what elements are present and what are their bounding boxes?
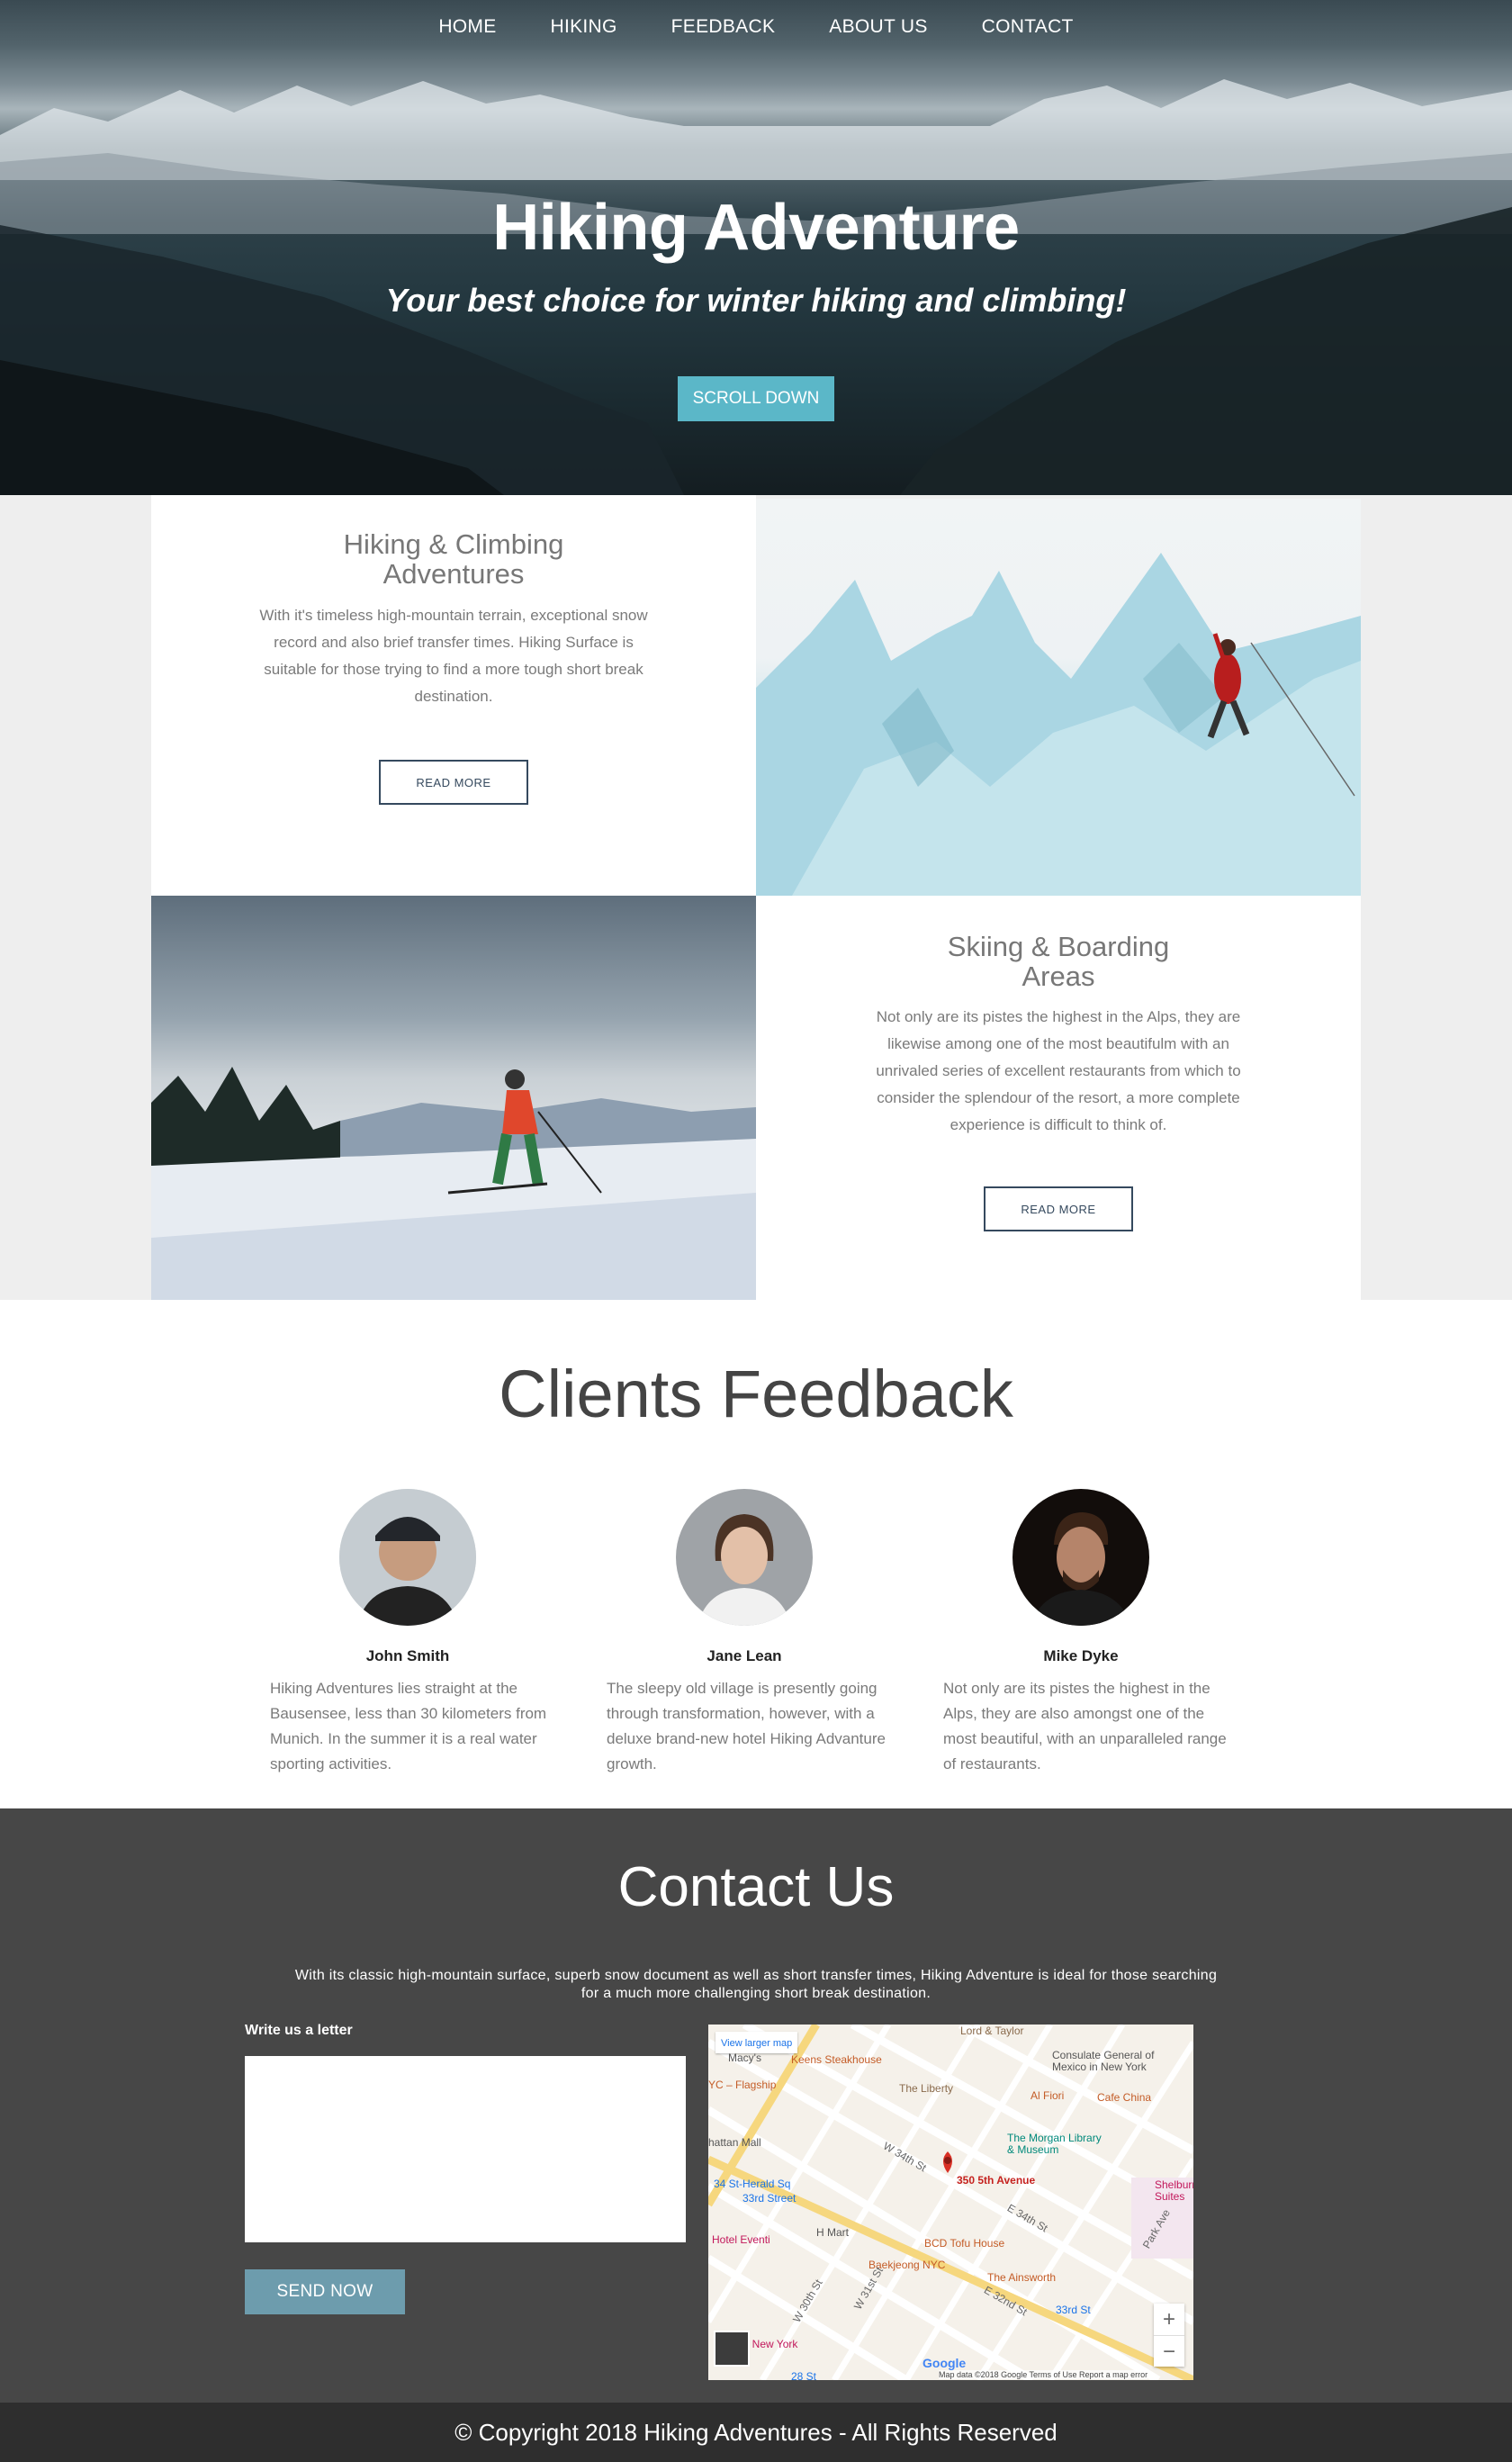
hero-section: HOME HIKING FEEDBACK ABOUT US CONTACT Hi… <box>0 0 1512 495</box>
map-place-label: The Morgan Library & Museum <box>1007 2132 1102 2156</box>
feature-title-line1: Skiing & Boarding <box>947 931 1170 962</box>
map-place-label: 28 St <box>791 2370 817 2380</box>
client-testimonial: Hiking Adventures lies straight at the B… <box>270 1680 547 1772</box>
letter-textarea[interactable] <box>245 2056 686 2242</box>
map-place-label: Macy's <box>728 2052 761 2064</box>
feature-card-hiking: Hiking & Climbing Adventures With it's t… <box>151 495 756 896</box>
hero-subtitle: Your best choice for winter hiking and c… <box>385 282 1127 319</box>
google-logo: Google <box>922 2356 967 2370</box>
map-pin-label: 350 5th Avenue <box>957 2174 1036 2187</box>
client-name: John Smith <box>365 1647 450 1664</box>
view-larger-map-link[interactable]: View larger map <box>716 2032 798 2053</box>
client-testimonial: Not only are its pistes the highest in t… <box>943 1680 1227 1772</box>
map-place-label: Consulate General of Mexico in New York <box>1052 2049 1155 2073</box>
read-more-button-skiing[interactable]: READ MORE <box>984 1186 1133 1231</box>
zoom-in-button[interactable]: + <box>1154 2304 1184 2335</box>
contact-heading: Contact Us <box>617 1856 895 1918</box>
read-more-button-hiking[interactable]: READ MORE <box>379 760 528 805</box>
ice-climbing-photo <box>756 499 1361 896</box>
feature-text-skiing: Not only are its pistes the highest in t… <box>876 1008 1241 1133</box>
feature-title-skiing: Skiing & Boarding Areas <box>756 932 1361 991</box>
map-place-label: Cafe China <box>1097 2091 1152 2104</box>
feedback-heading: Clients Feedback <box>499 1357 1013 1431</box>
client-testimonial: The sleepy old village is presently goin… <box>607 1680 886 1772</box>
contact-intro: With its classic high-mountain surface, … <box>294 1968 1218 2001</box>
skiing-photo <box>151 896 756 1300</box>
map-place-label: BCD Tofu House <box>924 2237 1005 2250</box>
client-name: Jane Lean <box>706 1647 782 1664</box>
view-larger-map-text: View larger map <box>721 2038 793 2049</box>
feature-title-line1: Hiking & Climbing <box>343 528 564 560</box>
map-place-label: 33rd Street <box>742 2192 796 2205</box>
footer: © Copyright 2018 Hiking Adventures - All… <box>0 2403 1512 2462</box>
map-place-label: 33rd St <box>1056 2304 1091 2316</box>
feature-text-hiking: With it's timeless high-mountain terrain… <box>259 607 648 705</box>
map-place-label: The Liberty <box>899 2082 954 2095</box>
map-place-label: Hotel Eventi <box>712 2233 770 2246</box>
map-place-label: H Mart <box>816 2226 849 2239</box>
main-nav: HOME HIKING FEEDBACK ABOUT US CONTACT <box>0 0 1512 54</box>
nav-contact[interactable]: CONTACT <box>955 0 1101 54</box>
features-section: Hiking & Climbing Adventures With it's t… <box>0 495 1512 1300</box>
client-name: Mike Dyke <box>1043 1647 1119 1664</box>
satellite-toggle[interactable] <box>714 2331 750 2367</box>
map-place-label: YC – Flagship <box>708 2079 777 2091</box>
nav-hiking[interactable]: HIKING <box>524 0 644 54</box>
scroll-down-button[interactable]: SCROLL DOWN <box>678 376 834 421</box>
map-place-label: Shelburne Suites <box>1155 2178 1193 2203</box>
letter-label: Write us a letter <box>245 2023 353 2038</box>
nav-about-us[interactable]: ABOUT US <box>802 0 954 54</box>
avatar <box>339 1489 476 1626</box>
map-place-label: 34 St-Herald Sq <box>714 2178 791 2190</box>
map-place-label: Lord & Taylor <box>960 2025 1024 2037</box>
google-map[interactable]: View larger map 350 5th Avenue Lord & Ta… <box>708 2025 1193 2380</box>
feature-title-line2: Adventures <box>382 558 525 590</box>
feedback-section: Clients Feedback John Smith Hiking Adven… <box>0 1300 1512 1808</box>
avatar <box>676 1489 813 1626</box>
zoom-out-button[interactable]: − <box>1154 2335 1184 2367</box>
map-place-label: Al Fiori <box>1030 2089 1065 2102</box>
nav-home[interactable]: HOME <box>411 0 523 54</box>
nav-feedback[interactable]: FEEDBACK <box>644 0 803 54</box>
map-attribution: Map data ©2018 Google Terms of Use Repor… <box>939 2370 1148 2379</box>
send-now-button[interactable]: SEND NOW <box>245 2269 405 2314</box>
feature-title-hiking: Hiking & Climbing Adventures <box>151 529 756 589</box>
map-place-label: hattan Mall <box>708 2136 761 2149</box>
feature-title-line2: Areas <box>1022 960 1095 992</box>
skier-illustration <box>151 1067 756 1300</box>
map-zoom-control: + − <box>1154 2304 1184 2367</box>
avatar <box>1012 1489 1149 1626</box>
map-place-label: The Ainsworth <box>987 2271 1057 2284</box>
hero-title: Hiking Adventure <box>492 192 1020 264</box>
ice-climber-illustration <box>756 553 1361 896</box>
feature-card-skiing: Skiing & Boarding Areas Not only are its… <box>756 896 1361 1300</box>
map-place-label: Keens Steakhouse <box>791 2053 882 2066</box>
contact-section: Contact Us With its classic high-mountai… <box>0 1808 1512 2403</box>
